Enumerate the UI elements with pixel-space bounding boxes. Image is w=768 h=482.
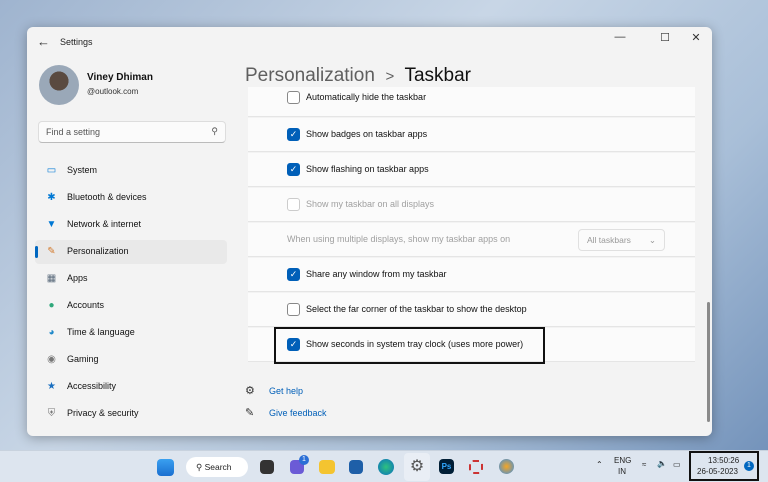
back-arrow-icon[interactable]: ← (37, 34, 50, 49)
sidebar-item-network-internet[interactable]: ▼ Network & internet (35, 213, 227, 237)
sidebar-item-privacy-security[interactable]: ⛨ Privacy & security (35, 402, 227, 426)
sidebar-item-gaming[interactable]: ◉ Gaming (35, 348, 227, 372)
monitor-icon: ▭ (46, 165, 57, 176)
sidebar-item-label: Bluetooth & devices (67, 192, 147, 202)
search-input[interactable]: Find a setting ⚲ (38, 121, 226, 143)
sidebar-item-label: Accessibility (67, 381, 117, 391)
settings-window: ← Settings — ☐ ✕ Viney Dhiman @outlook.c… (27, 27, 712, 436)
wifi-icon: ▼ (46, 219, 57, 230)
title-bar: ← Settings — ☐ ✕ (27, 27, 712, 57)
sidebar-item-label: Privacy & security (67, 408, 139, 418)
tray-chevron-icon[interactable]: ⌃ (596, 460, 603, 469)
setting-label: When using multiple displays, show my ta… (287, 234, 511, 244)
minimize-button[interactable]: — (605, 31, 635, 43)
sidebar-item-bluetooth-devices[interactable]: ✱ Bluetooth & devices (35, 186, 227, 210)
snipping-tool-icon[interactable] (469, 460, 483, 474)
checkbox[interactable]: ✓ (287, 268, 300, 281)
chat-icon[interactable]: 1 (290, 455, 309, 474)
setting-label: Share any window from my taskbar (306, 269, 447, 279)
sidebar-item-label: System (67, 165, 98, 175)
sidebar-item-label: Time & language (67, 327, 135, 337)
lang-code[interactable]: ENG (614, 456, 631, 465)
setting-label: Show badges on taskbar apps (306, 129, 428, 139)
sidebar-item-label: Accounts (67, 300, 105, 310)
setting-label: Select the far corner of the taskbar to … (306, 304, 527, 314)
setting-row: ✓ Show badges on taskbar apps (248, 118, 695, 152)
volume-icon[interactable]: 🔈 (657, 459, 667, 468)
checkbox[interactable] (287, 91, 300, 104)
get-help-link[interactable]: Get help (269, 386, 303, 396)
checkbox[interactable]: ✓ (287, 163, 300, 176)
globe-icon: ◕ (48, 327, 55, 338)
sidebar-item-label: Personalization (67, 246, 129, 256)
setting-row: Select the far corner of the taskbar to … (248, 293, 695, 327)
search-icon: ⚲ (196, 462, 205, 472)
clock-highlight-box (689, 451, 759, 481)
taskbar-search[interactable]: ⚲ Search (186, 457, 248, 477)
wifi-icon[interactable]: ≈ (642, 460, 646, 469)
user-name: Viney Dhiman (87, 72, 153, 83)
chevron-down-icon: ⌄ (648, 235, 656, 245)
file-explorer-icon[interactable] (319, 460, 335, 474)
sidebar-item-label: Apps (67, 273, 88, 283)
edge-icon[interactable] (378, 459, 394, 475)
window-title: Settings (60, 37, 93, 47)
start-windows-icon[interactable] (157, 459, 174, 476)
photoshop-icon[interactable]: Ps (439, 459, 454, 474)
apps-icon: ▦ (46, 273, 57, 284)
region-code[interactable]: IN (618, 467, 626, 476)
close-button[interactable]: ✕ (681, 31, 711, 44)
setting-label: Automatically hide the taskbar (306, 92, 427, 102)
controller-icon: ◉ (47, 354, 56, 365)
battery-icon[interactable]: ▭ (673, 460, 681, 469)
setting-label: Show flashing on taskbar apps (306, 164, 429, 174)
maximize-button[interactable]: ☐ (650, 31, 680, 44)
sidebar-item-accounts[interactable]: ● Accounts (35, 294, 227, 318)
store-icon[interactable] (349, 460, 363, 474)
sidebar-item-time-language[interactable]: ◕ Time & language (35, 321, 227, 345)
setting-row: ✓ Show flashing on taskbar apps (248, 153, 695, 187)
checkbox[interactable] (287, 198, 300, 211)
taskbar-search-label: Search (204, 462, 232, 472)
highlight-box (274, 327, 545, 364)
setting-row: Automatically hide the taskbar (248, 87, 695, 117)
person-icon: ● (48, 300, 55, 311)
sidebar-item-label: Network & internet (67, 219, 142, 229)
sidebar-item-accessibility[interactable]: ★ Accessibility (35, 375, 227, 399)
breadcrumb-separator: > (385, 68, 395, 85)
sidebar-item-apps[interactable]: ▦ Apps (35, 267, 227, 291)
bluetooth-icon: ✱ (47, 192, 56, 203)
avatar[interactable] (39, 65, 79, 105)
setting-row: When using multiple displays, show my ta… (248, 223, 695, 257)
search-icon: ⚲ (211, 126, 218, 136)
settings-gear-icon[interactable]: ⚙ (404, 453, 430, 481)
taskbar: ⚲ Search 1 ⚙ Ps ⌃ ENG IN ≈ 🔈 ▭ 13:50:26 … (0, 450, 768, 482)
setting-label: Show my taskbar on all displays (306, 199, 435, 209)
breadcrumb: Personalization > Taskbar (245, 65, 471, 87)
sidebar-item-personalization[interactable]: ✎ Personalization (35, 240, 227, 264)
setting-row: Show my taskbar on all displays (248, 188, 695, 222)
breadcrumb-parent[interactable]: Personalization (245, 65, 375, 86)
paint-icon[interactable] (499, 459, 514, 474)
feedback-icon: ✎ (245, 407, 255, 419)
checkbox[interactable] (287, 303, 300, 316)
task-view-icon[interactable] (260, 460, 274, 474)
shield-icon: ⛨ (47, 408, 56, 419)
page-title: Taskbar (404, 65, 471, 86)
give-feedback-link[interactable]: Give feedback (269, 408, 327, 418)
taskbar-apps-dropdown[interactable]: All taskbars ⌄ (578, 229, 665, 251)
checkbox[interactable]: ✓ (287, 128, 300, 141)
user-email: @outlook.com (87, 87, 139, 96)
help-icon: ⚙ (245, 385, 255, 397)
accessibility-icon: ★ (47, 381, 56, 392)
sidebar-item-system[interactable]: ▭ System (35, 159, 227, 183)
search-placeholder: Find a setting (46, 127, 101, 137)
setting-row: ✓ Share any window from my taskbar (248, 258, 695, 292)
sidebar-item-label: Gaming (67, 354, 99, 364)
dropdown-value: All taskbars (587, 235, 631, 245)
scrollbar[interactable] (707, 302, 710, 422)
brush-icon: ✎ (47, 246, 56, 257)
chat-badge: 1 (299, 455, 309, 465)
